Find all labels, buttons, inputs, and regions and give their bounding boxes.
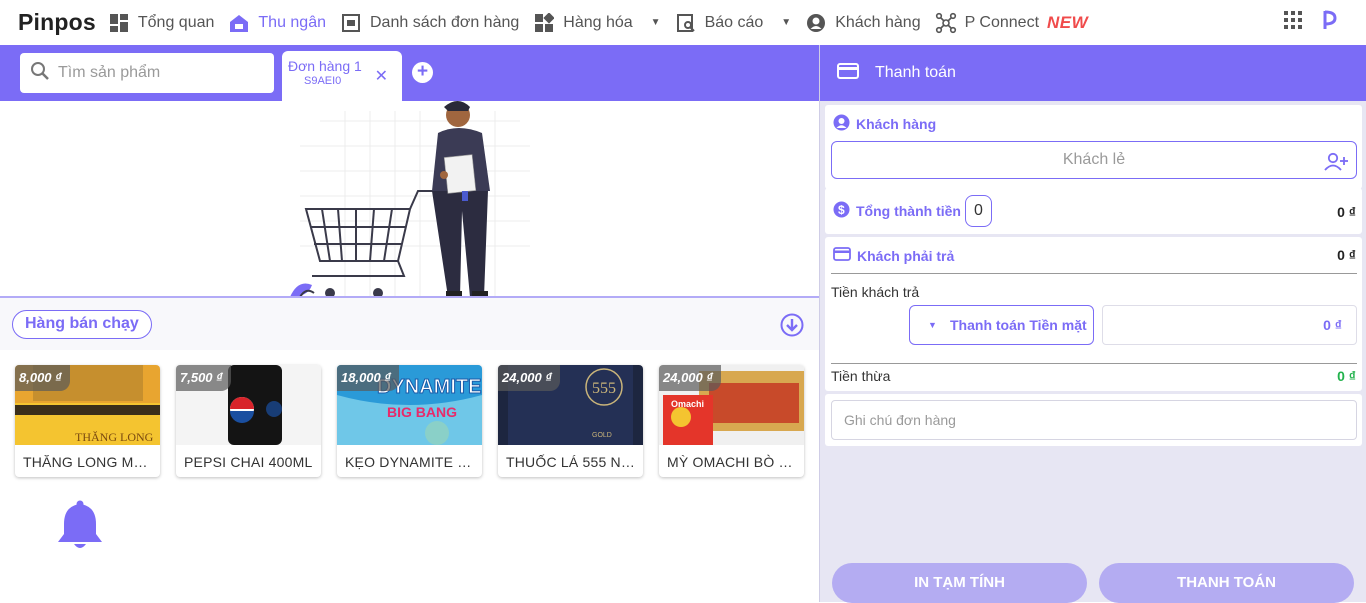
best-selling-bar: Hàng bán chạy (0, 298, 819, 350)
product-card[interactable]: DYNAMITE BIG BANG 18,000 ₫ KẸO DYNAMITE S… (337, 365, 482, 477)
nav-label: Hàng hóa (563, 13, 633, 31)
customer-section: Khách hàng Khách lẻ (825, 105, 1362, 189)
product-price: 18,000 ₫ (337, 365, 400, 391)
credit-card-icon (833, 247, 857, 264)
order-note-input[interactable]: Ghi chú đơn hàng (831, 400, 1357, 440)
customer-select[interactable]: Khách lẻ (831, 141, 1357, 179)
svg-text:BIG BANG: BIG BANG (387, 404, 457, 420)
search-input[interactable] (58, 64, 258, 82)
product-name: KẸO DYNAMITE S... (345, 454, 480, 470)
nav-item-orders[interactable]: Danh sách đơn hàng (340, 0, 519, 45)
best-selling-filter-chip[interactable]: Hàng bán chạy (12, 310, 152, 339)
svg-text:Omachi: Omachi (671, 399, 704, 409)
credit-card-icon (837, 62, 859, 84)
paid-label: Tiền khách trả (831, 284, 920, 300)
product-grid: THĂNG LONG 8,000 ₫ THĂNG LONG MỀM 7,500 … (0, 350, 819, 602)
payment-header: Thanh toán (820, 45, 1366, 101)
due-amount: 0 ₫ (1337, 247, 1356, 263)
pinpos-brand-icon[interactable] (1322, 9, 1338, 36)
print-draft-button[interactable]: IN TẠM TÍNH (832, 563, 1087, 603)
cashier-icon (228, 12, 250, 34)
product-card[interactable]: 555 GOLD 24,000 ₫ THUỐC LÁ 555 NỘI (498, 365, 643, 477)
nav-item-overview[interactable]: Tổng quan (108, 0, 215, 45)
empty-cart-illustration (0, 101, 819, 297)
tab-order-1[interactable]: Đơn hàng 1 S9AEI0 ✕ (282, 51, 402, 101)
nav-item-pconnect[interactable]: P Connect NEW (935, 0, 1089, 45)
note-section: Ghi chú đơn hàng (825, 394, 1362, 446)
checkout-button[interactable]: THANH TOÁN (1099, 563, 1354, 603)
svg-text:THĂNG LONG: THĂNG LONG (75, 430, 154, 444)
product-price: 24,000 ₫ (498, 365, 561, 391)
product-price: 24,000 ₫ (659, 365, 722, 391)
report-icon (675, 12, 697, 34)
nav-item-customers[interactable]: Khách hàng (805, 0, 921, 45)
account-icon (833, 114, 856, 134)
item-count-badge: 0 (964, 195, 992, 227)
svg-text:GOLD: GOLD (592, 432, 612, 439)
change-label: Tiền thừa (831, 368, 891, 384)
caret-down-icon: ▼ (928, 320, 937, 330)
product-name: THĂNG LONG MỀM (23, 454, 155, 470)
nav-label: Danh sách đơn hàng (370, 13, 520, 31)
total-amount: 0 ₫ (1337, 204, 1356, 220)
bell-icon[interactable] (56, 500, 104, 552)
change-divider (831, 363, 1357, 364)
payment-title: Thanh toán (875, 64, 956, 81)
chevron-down-icon: ▼ (781, 17, 792, 28)
new-badge: NEW (1047, 12, 1089, 32)
payment-method-select[interactable]: ▼ Thanh toán Tiền mặt (909, 305, 1094, 345)
add-customer-icon[interactable] (1324, 150, 1348, 186)
customer-label-row: Khách hàng (833, 114, 936, 134)
due-label-row: Khách phải trả (833, 247, 954, 264)
apps-grid-icon[interactable] (1284, 11, 1302, 34)
order-list-icon (340, 12, 362, 34)
product-name: PEPSI CHAI 400ML (184, 454, 313, 470)
payment-panel: Thanh toán Khách hàng Khách lẻ $ Tổng th… (819, 45, 1366, 603)
nav-label: P Connect (964, 13, 1040, 31)
order-toolbar: Đơn hàng 1 S9AEI0 ✕ + (0, 45, 819, 101)
payment-method-label: Thanh toán Tiền mặt (950, 317, 1087, 333)
customer-label: Khách hàng (856, 116, 937, 132)
product-name: MỲ OMACHI BÒ H... (667, 454, 802, 470)
product-card[interactable]: Omachi 24,000 ₫ MỲ OMACHI BÒ H... (659, 365, 804, 477)
change-amount: 0 ₫ (1337, 368, 1356, 384)
nav-label: Báo cáo (704, 13, 764, 31)
due-label: Khách phải trả (857, 247, 955, 264)
svg-text:555: 555 (592, 380, 616, 397)
customer-icon (805, 12, 827, 34)
connect-icon (935, 12, 957, 34)
total-section: $ Tổng thành tiền 0 0 ₫ (825, 188, 1362, 234)
total-label-row: $ Tổng thành tiền 0 (833, 195, 992, 227)
product-name: THUỐC LÁ 555 NỘI (506, 454, 637, 470)
total-label: Tổng thành tiền (856, 203, 961, 219)
due-divider (831, 273, 1357, 274)
nav-label: Khách hàng (835, 13, 921, 31)
nav-item-products[interactable]: Hàng hóa ▼ (533, 0, 661, 45)
products-icon (533, 12, 555, 34)
app-logo[interactable]: Pinpos (18, 9, 96, 36)
product-search[interactable] (20, 53, 274, 93)
product-price: 7,500 ₫ (176, 365, 231, 391)
product-price: 8,000 ₫ (15, 365, 70, 391)
svg-text:$: $ (838, 203, 845, 217)
nav-item-reports[interactable]: Báo cáo ▼ (675, 0, 792, 45)
customer-value: Khách lẻ (1062, 151, 1126, 168)
nav-label: Thu ngân (258, 13, 326, 31)
nav-label: Tổng quan (137, 13, 215, 31)
download-icon[interactable] (780, 313, 804, 337)
top-nav: Pinpos Tổng quan Thu ngân Danh sách đơn … (0, 0, 1366, 45)
product-card[interactable]: THĂNG LONG 8,000 ₫ THĂNG LONG MỀM (15, 365, 160, 477)
paid-amount-input[interactable]: 0 ₫ (1102, 305, 1357, 345)
nav-item-cashier[interactable]: Thu ngân (228, 0, 326, 45)
add-order-button[interactable]: + (412, 62, 433, 83)
close-icon[interactable]: ✕ (375, 66, 388, 86)
due-section: Khách phải trả 0 ₫ Tiền khách trả ▼ Than… (825, 237, 1362, 391)
dollar-icon: $ (833, 201, 856, 221)
chevron-down-icon: ▼ (650, 17, 661, 28)
search-icon (30, 61, 50, 86)
dashboard-icon (108, 12, 130, 34)
product-card[interactable]: 7,500 ₫ PEPSI CHAI 400ML (176, 365, 321, 477)
